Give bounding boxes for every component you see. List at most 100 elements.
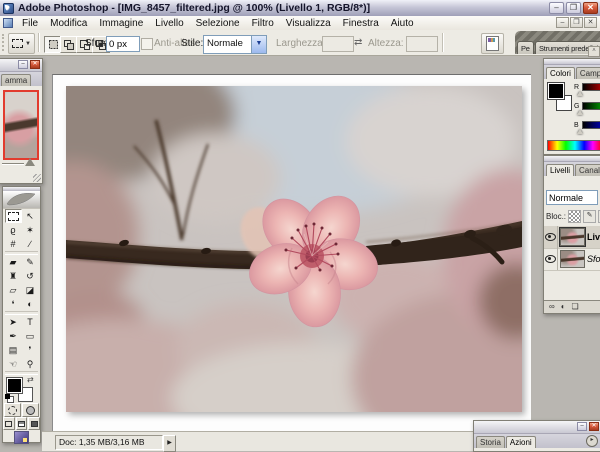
doc-minimize-button[interactable]: – [556, 17, 569, 28]
navigator-title-bar[interactable]: – ✕ [0, 59, 42, 72]
tab-livelli[interactable]: Livelli [546, 164, 574, 176]
palette-close-button[interactable]: ✕ [589, 422, 599, 431]
tool-selezione-tracciato[interactable]: ➤ [5, 315, 22, 329]
width-input[interactable] [322, 36, 354, 52]
style-combobox[interactable]: Normale ▼ [203, 35, 267, 54]
tool-gomma[interactable]: ▱ [5, 283, 22, 297]
standard-mode-button[interactable] [4, 403, 21, 417]
menu-immagine[interactable]: Immagine [93, 17, 149, 30]
combo-arrow-icon[interactable]: ▼ [251, 36, 266, 53]
storia-title-bar[interactable]: – ✕ [474, 421, 600, 434]
swap-colors-icon[interactable]: ⇄ [27, 375, 34, 384]
tool-zoom[interactable]: ⚲ [22, 357, 39, 371]
navigator-zoom-slider[interactable] [2, 163, 24, 164]
tab-canali[interactable]: Canali [575, 164, 600, 176]
tool-sposta[interactable]: ↖ [22, 209, 39, 223]
tab-colori[interactable]: Colori [546, 67, 575, 79]
menu-visualizza[interactable]: Visualizza [280, 17, 337, 30]
navigator-proxy-preview[interactable] [3, 90, 39, 160]
well-collapse-button[interactable]: ˄ [588, 46, 600, 57]
standard-screen-button[interactable] [3, 417, 15, 430]
feather-input[interactable] [106, 36, 140, 52]
height-input[interactable] [406, 36, 438, 52]
tab-azioni[interactable]: Azioni [506, 436, 536, 448]
palette-foreground-swatch[interactable] [548, 83, 564, 99]
palette-minimize-button[interactable]: – [18, 60, 28, 69]
palette-minimize-button[interactable]: – [577, 422, 587, 431]
tool-pennello-storia[interactable]: ↺ [22, 269, 39, 283]
palette-resize-grip[interactable] [33, 174, 41, 182]
tool-note[interactable]: ▤ [5, 343, 22, 357]
zoom-in-mountain-icon[interactable] [25, 158, 35, 166]
red-slider[interactable] [582, 83, 600, 91]
tool-lazo[interactable]: ϱ [5, 223, 22, 237]
tab-pennelli[interactable]: Pe [517, 41, 534, 54]
blue-slider-thumb[interactable] [577, 129, 583, 134]
close-button[interactable]: ✕ [583, 2, 598, 14]
layer-visibility-toggle[interactable] [544, 226, 558, 248]
fullscreen-button[interactable] [28, 417, 40, 430]
tool-forma[interactable]: ▭ [22, 329, 39, 343]
menu-file[interactable]: File [16, 17, 44, 30]
tool-penna[interactable]: ✒ [5, 329, 22, 343]
layer-row-sfondo[interactable]: Sfondo [544, 248, 600, 271]
edit-in-imageready-button[interactable] [14, 431, 29, 444]
colori-title-bar[interactable] [544, 59, 600, 65]
doc-restore-button[interactable]: ❐ [570, 17, 583, 28]
tool-testo[interactable]: T [22, 315, 39, 329]
blue-slider[interactable] [582, 121, 600, 129]
default-colors-icon[interactable] [5, 394, 10, 399]
tool-selezione-rettangolare[interactable] [5, 209, 22, 223]
quick-mask-button[interactable] [22, 403, 39, 417]
minimize-button[interactable]: – [549, 2, 564, 14]
photo-blossom-image[interactable] [66, 86, 522, 412]
menu-filtro[interactable]: Filtro [246, 17, 280, 30]
antialias-checkbox[interactable] [141, 38, 153, 50]
go-to-bridge-button[interactable] [481, 33, 504, 54]
tool-taglierina[interactable]: # [5, 237, 22, 251]
fullscreen-menubar-button[interactable] [16, 417, 28, 430]
tab-storia[interactable]: Storia [476, 436, 505, 448]
green-slider[interactable] [582, 102, 600, 110]
doc-close-button[interactable]: ✕ [584, 17, 597, 28]
tool-contagocce[interactable]: ❜ [22, 343, 39, 357]
tool-scherma[interactable]: ◐ [22, 297, 39, 311]
tool-timbro-clone[interactable]: ♜ [5, 269, 22, 283]
palette-menu-arrow-icon[interactable]: ▸ [586, 435, 598, 447]
lock-paint-icon[interactable]: ✎ [583, 210, 596, 223]
layer-row-livello-1[interactable]: Livello 1 [544, 226, 600, 249]
blend-mode-select[interactable]: Normale [546, 190, 598, 205]
red-slider-thumb[interactable] [577, 91, 583, 96]
tool-sfoca[interactable]: ❛ [5, 297, 22, 311]
lock-transparency-icon[interactable] [568, 210, 581, 223]
tab-istogramma-fragment[interactable]: amma [1, 74, 31, 86]
status-bar-menu-arrow[interactable]: ▶ [163, 435, 176, 452]
menu-aiuto[interactable]: Aiuto [385, 17, 420, 30]
layer-name[interactable]: Livello 1 [587, 232, 600, 242]
foreground-color-swatch[interactable] [7, 378, 22, 393]
tool-pennello[interactable]: ✎ [22, 255, 39, 269]
tab-campioni[interactable]: Campioni [576, 67, 600, 79]
tool-sfumatura[interactable]: ◪ [22, 283, 39, 297]
palette-close-button[interactable]: ✕ [30, 60, 40, 69]
color-spectrum-ramp[interactable] [547, 140, 600, 151]
tool-preset-button[interactable]: ▼ [8, 33, 35, 54]
layer-thumbnail[interactable] [560, 228, 585, 246]
adjustment-layer-icon[interactable]: ◐ [561, 302, 566, 312]
menu-livello[interactable]: Livello [149, 17, 189, 30]
options-grip[interactable] [2, 34, 7, 51]
menu-modifica[interactable]: Modifica [44, 17, 93, 30]
menu-selezione[interactable]: Selezione [190, 17, 246, 30]
new-layer-icon[interactable]: ❏ [572, 302, 579, 312]
swap-dimensions-icon[interactable]: ⇄ [354, 37, 362, 48]
green-slider-thumb[interactable] [577, 110, 583, 115]
tool-pennello-correttivo[interactable]: ▰ [5, 255, 22, 269]
restore-button[interactable]: ❐ [566, 2, 581, 14]
tool-mano[interactable]: ☜ [5, 357, 22, 371]
menu-finestra[interactable]: Finestra [337, 17, 385, 30]
livelli-title-bar[interactable] [544, 156, 600, 162]
layer-thumbnail[interactable] [560, 250, 585, 268]
link-layers-icon[interactable]: ∞ [549, 302, 555, 312]
layer-name[interactable]: Sfondo [587, 254, 600, 264]
tool-bacchetta-magica[interactable]: ✶ [22, 223, 39, 237]
